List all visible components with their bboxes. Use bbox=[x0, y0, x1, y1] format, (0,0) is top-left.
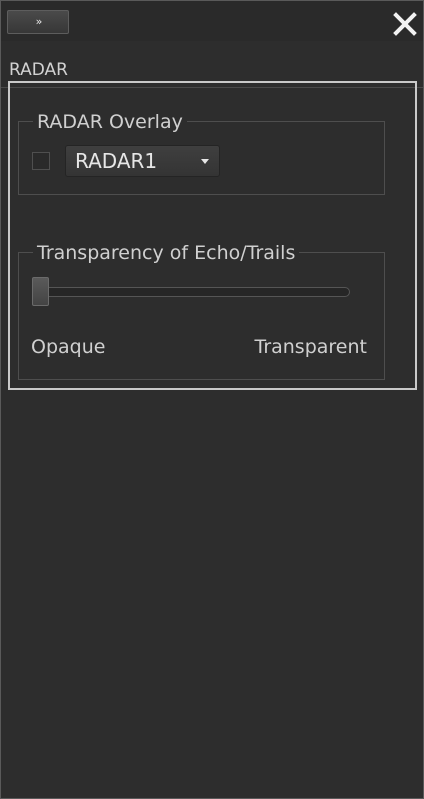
double-chevron-right-icon: » bbox=[35, 15, 43, 28]
expand-panel-button[interactable]: » bbox=[7, 10, 69, 34]
transparency-group-label: Transparency of Echo/Trails bbox=[33, 241, 300, 265]
opaque-label: Opaque bbox=[31, 336, 106, 358]
transparency-slider-track[interactable] bbox=[32, 287, 350, 297]
transparency-slider-thumb[interactable] bbox=[32, 277, 49, 306]
transparency-group bbox=[18, 252, 385, 380]
section-title: RADAR bbox=[9, 60, 68, 80]
radar-overlay-checkbox[interactable] bbox=[32, 152, 50, 170]
transparent-label: Transparent bbox=[254, 336, 368, 358]
radar-source-value: RADAR1 bbox=[75, 149, 158, 173]
radar-panel: » RADAR RADAR Overlay RADAR1 Transparenc… bbox=[0, 0, 424, 799]
radar-overlay-group-label: RADAR Overlay bbox=[33, 110, 187, 134]
radar-source-dropdown[interactable]: RADAR1 bbox=[65, 145, 220, 177]
close-button[interactable] bbox=[389, 8, 421, 40]
dropdown-arrow-icon bbox=[201, 159, 209, 164]
close-icon bbox=[393, 12, 417, 36]
panel-toolbar: » bbox=[1, 1, 423, 41]
